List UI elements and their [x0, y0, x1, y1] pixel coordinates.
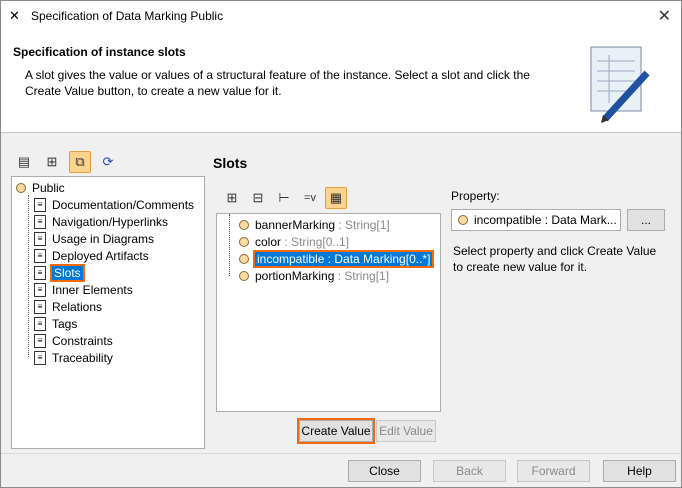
- slot-type: : String[1]: [334, 268, 390, 283]
- grid-view-icon[interactable]: ▦: [325, 187, 347, 209]
- document-icon: ≡: [34, 248, 46, 263]
- refresh-icon[interactable]: ⟳: [97, 151, 119, 173]
- slot-name: color: [255, 234, 282, 249]
- toggle-panels-icon[interactable]: ⧉: [69, 151, 91, 173]
- document-icon: ≡: [34, 214, 46, 229]
- properties-view-icon[interactable]: ▤: [13, 151, 35, 173]
- app-icon: ✕: [9, 8, 20, 23]
- tree-item-label: Constraints: [52, 333, 113, 348]
- slot-item[interactable]: portionMarking : String[1]: [239, 267, 389, 284]
- tree-item-constraints[interactable]: ≡ Constraints: [34, 332, 113, 349]
- tree-item-label: Traceability: [52, 350, 113, 365]
- tree-item-inner-elements[interactable]: ≡ Inner Elements: [34, 281, 133, 298]
- header-title: Specification of instance slots: [13, 45, 186, 59]
- slot-type: : String[0..1]: [281, 234, 350, 249]
- tree-item-tags[interactable]: ≡ Tags: [34, 315, 77, 332]
- slot-item-selected[interactable]: incompatible : Data Marking[0..*]: [239, 249, 435, 268]
- property-value: incompatible : Data Mark...: [474, 213, 617, 227]
- tree-structure-icon[interactable]: ⊢: [273, 187, 295, 209]
- tree-item-label: Tags: [52, 316, 78, 331]
- slot-icon: [239, 253, 249, 264]
- tree-item-usage[interactable]: ≡ Usage in Diagrams: [34, 230, 154, 247]
- expand-all-icon[interactable]: ⊞: [221, 187, 243, 209]
- slot-name: incompatible : Data Marking[0..*]: [252, 249, 435, 268]
- forward-button[interactable]: Forward: [517, 460, 590, 482]
- tree-item-label: Inner Elements: [52, 282, 133, 297]
- slot-name: bannerMarking: [255, 217, 336, 232]
- header-description: A slot gives the value or values of a st…: [25, 68, 530, 98]
- help-button[interactable]: Help: [603, 460, 676, 482]
- slot-type: : String[1]: [335, 217, 390, 232]
- tree-view-icon[interactable]: ⊞: [41, 151, 63, 173]
- window-title: Specification of Data Marking Public: [31, 9, 224, 23]
- slot-icon: [239, 236, 249, 247]
- category-tree[interactable]: Public ≡ Documentation/Comments ≡ Navigati…: [11, 176, 205, 449]
- document-icon: ≡: [34, 350, 46, 365]
- property-label: Property:: [451, 189, 500, 203]
- tree-item-label: Slots: [50, 263, 85, 282]
- slot-icon: [239, 219, 249, 230]
- slot-item[interactable]: bannerMarking : String[1]: [239, 216, 390, 233]
- document-icon: ≡: [34, 231, 46, 246]
- browse-property-button[interactable]: ...: [627, 209, 665, 231]
- slots-list[interactable]: bannerMarking : String[1] color : String…: [216, 213, 441, 412]
- tree-item-navigation[interactable]: ≡ Navigation/Hyperlinks: [34, 213, 168, 230]
- slot-icon: [239, 270, 249, 281]
- slot-item[interactable]: color : String[0..1]: [239, 233, 349, 250]
- tree-item-deployed-artifacts[interactable]: ≡ Deployed Artifacts: [34, 247, 149, 264]
- tree-item-slots[interactable]: ≡ Slots: [34, 263, 85, 282]
- slots-toolbar: ⊞ ⊟ ⊢ =v ▦: [221, 187, 347, 209]
- close-icon[interactable]: ✕: [658, 6, 671, 26]
- property-field[interactable]: incompatible : Data Mark...: [451, 209, 621, 231]
- collapse-all-icon[interactable]: ⊟: [247, 187, 269, 209]
- slot-name: portionMarking: [255, 268, 335, 283]
- tree-root-label: Public: [32, 180, 65, 195]
- tree-item-label: Relations: [52, 299, 103, 314]
- document-icon: ≡: [34, 299, 46, 314]
- document-icon: ≡: [34, 282, 46, 297]
- specification-pencil-icon: [590, 46, 650, 123]
- header: Specification of instance slots A slot g…: [1, 31, 681, 133]
- create-value-button[interactable]: Create Value: [297, 418, 375, 444]
- document-icon: ≡: [34, 316, 46, 331]
- tree-root-public[interactable]: Public: [16, 179, 65, 196]
- slots-title: Slots: [213, 155, 248, 171]
- tree-item-relations[interactable]: ≡ Relations: [34, 298, 102, 315]
- left-toolbar: ▤ ⊞ ⧉ ⟳: [13, 151, 119, 173]
- document-icon: ≡: [34, 333, 46, 348]
- instance-icon: [16, 182, 26, 193]
- tree-item-label: Navigation/Hyperlinks: [52, 214, 169, 229]
- property-icon: [458, 215, 468, 225]
- title-bar: ✕ Specification of Data Marking Public ✕: [1, 1, 681, 31]
- tree-item-documentation[interactable]: ≡ Documentation/Comments: [34, 196, 194, 213]
- show-values-icon[interactable]: =v: [299, 187, 321, 209]
- property-hint: Select property and click Create Value t…: [453, 244, 657, 274]
- tree-item-label: Usage in Diagrams: [52, 231, 155, 246]
- dialog-window: ✕ Specification of Data Marking Public ✕…: [0, 0, 682, 488]
- tree-item-label: Documentation/Comments: [52, 197, 195, 212]
- footer: Close Back Forward Help: [1, 453, 681, 487]
- document-icon: ≡: [34, 265, 46, 280]
- tree-item-label: Deployed Artifacts: [52, 248, 149, 263]
- document-icon: ≡: [34, 197, 46, 212]
- back-button[interactable]: Back: [433, 460, 506, 482]
- edit-value-button[interactable]: Edit Value: [376, 420, 436, 442]
- close-button[interactable]: Close: [348, 460, 421, 482]
- tree-item-traceability[interactable]: ≡ Traceability: [34, 349, 113, 366]
